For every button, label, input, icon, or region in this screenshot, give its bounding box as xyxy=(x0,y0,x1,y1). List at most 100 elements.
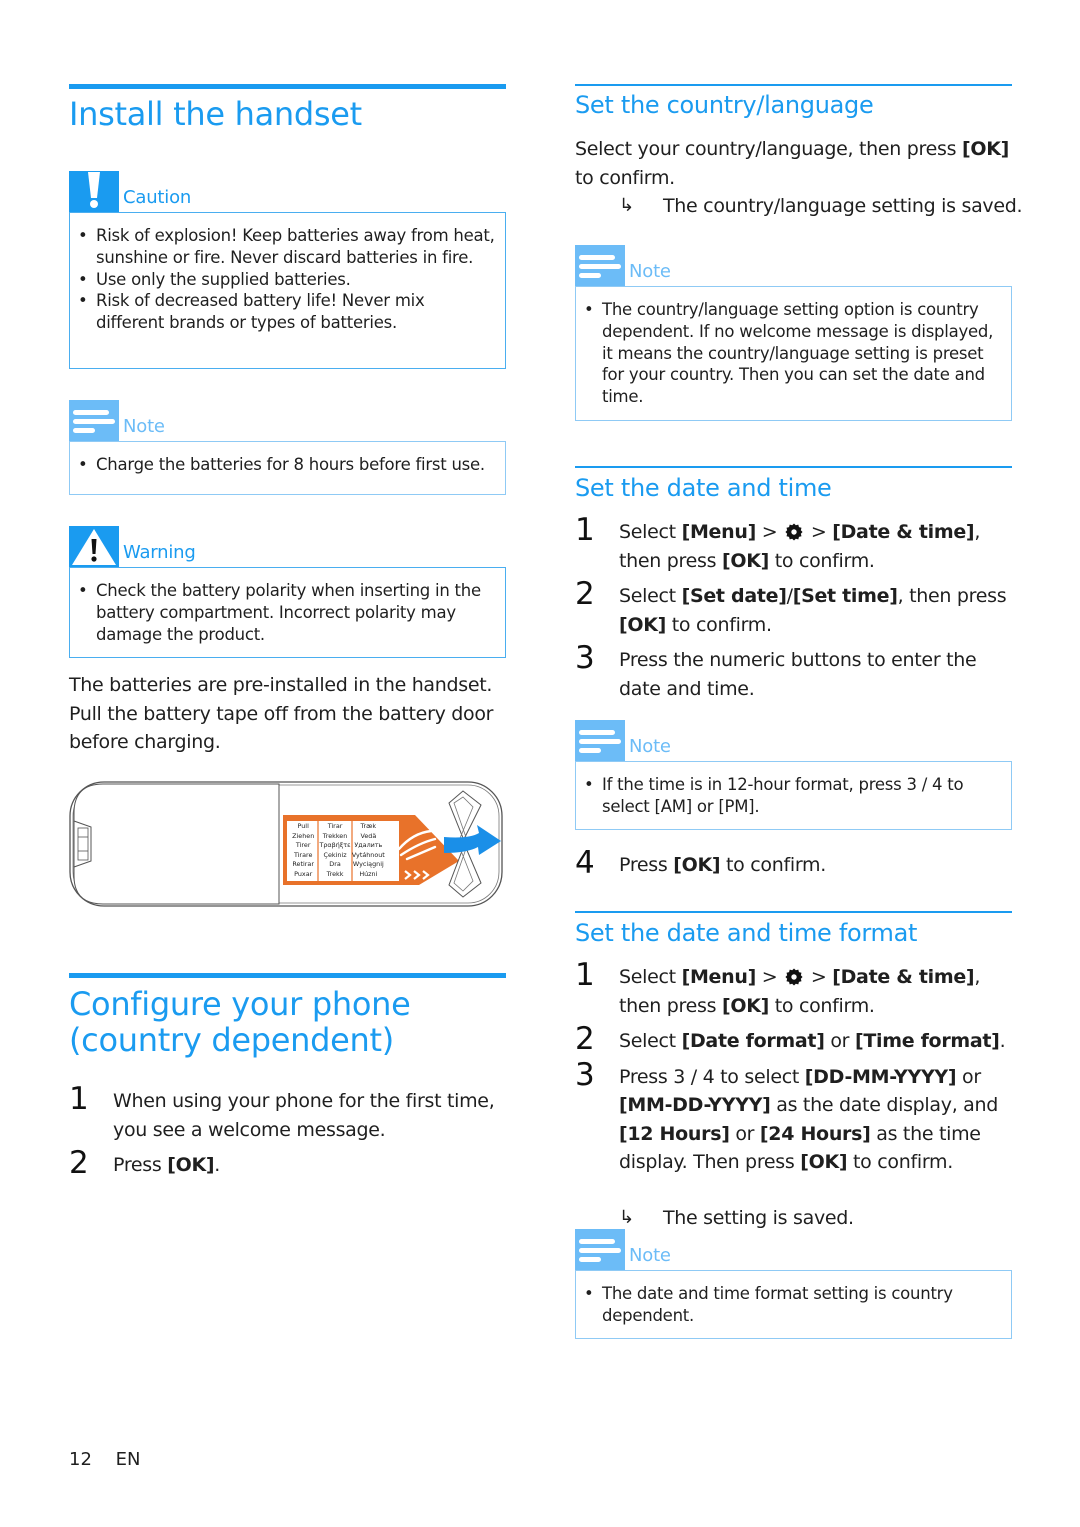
note-label: Note xyxy=(629,736,671,757)
caution-item: Use only the supplied batteries. xyxy=(78,269,497,291)
battery-paragraph: The batteries are pre-installed in the h… xyxy=(69,674,494,753)
note-label: Note xyxy=(629,261,671,282)
text: or xyxy=(956,1065,981,1088)
note-item: Charge the batteries for 8 hours before … xyxy=(78,454,497,476)
ok-key: [OK] xyxy=(721,994,769,1017)
note-callout: Note The country/language setting option… xyxy=(575,245,1012,421)
tape-label: Удалить xyxy=(354,841,383,850)
step-text: Press xyxy=(113,1154,168,1176)
section-rule xyxy=(575,466,1012,468)
text: or xyxy=(691,796,719,816)
format-result: ↳ The setting is saved. xyxy=(575,1204,1080,1233)
format-steps: 1 Select [Menu] > > [Date & time], then … xyxy=(575,957,1012,1177)
date-format-key: [Date format] xyxy=(681,1030,825,1052)
text: to select xyxy=(714,1065,805,1088)
caution-item: Risk of explosion! Keep batteries away f… xyxy=(78,225,497,269)
text: > xyxy=(805,521,833,543)
time-format-key: [Time format] xyxy=(854,1030,1000,1052)
step-number: 1 xyxy=(575,957,595,993)
step-number: 4 xyxy=(575,845,595,881)
step: 1 When using your phone for the first ti… xyxy=(69,1081,506,1144)
section-rule xyxy=(69,84,506,89)
ok-key: [OK] xyxy=(721,549,769,572)
text: to confirm. xyxy=(769,549,875,572)
text: > xyxy=(805,966,833,988)
section-rule xyxy=(575,84,1012,86)
text: Press xyxy=(619,854,674,876)
section-rule xyxy=(575,911,1012,913)
text: to confirm. xyxy=(847,1151,953,1173)
step-number: 2 xyxy=(575,1021,595,1057)
country-language-title: Set the country/language xyxy=(575,91,874,119)
tape-label: Ziehen xyxy=(292,831,315,840)
configure-title: Configure your phone (country dependent) xyxy=(69,986,506,1058)
step: 2 Select [Date format] or [Time format]. xyxy=(575,1021,1012,1057)
text: , then press xyxy=(897,585,1007,607)
up-down-keys: 3 / 4 xyxy=(673,1065,715,1088)
step-text: When using your phone for the first time… xyxy=(113,1090,495,1141)
menu-key: [Menu] xyxy=(681,966,757,988)
ok-key: [OK] xyxy=(961,138,1010,160)
note-callout: Note If the time is in 12-hour format, p… xyxy=(575,720,1012,830)
page-footer: 12 EN xyxy=(69,1449,140,1470)
gear-icon xyxy=(785,523,803,541)
language-code: EN xyxy=(115,1449,141,1470)
configure-steps: 1 When using your phone for the first ti… xyxy=(69,1081,506,1181)
tape-label: Puxar xyxy=(294,869,313,878)
tape-label: Dra xyxy=(329,860,341,869)
tape-label: Tirar xyxy=(327,822,343,830)
tape-label: Vedä xyxy=(360,831,377,840)
note-lines-icon xyxy=(575,720,625,761)
tape-label: Tirare xyxy=(293,850,313,859)
text: Select xyxy=(619,585,682,607)
24-hours-key: [24 Hours] xyxy=(759,1122,871,1145)
install-handset-title: Install the handset xyxy=(69,95,362,133)
text: to confirm. xyxy=(720,854,826,876)
tape-label: Wyciągnij xyxy=(352,860,384,869)
text: or xyxy=(824,1030,855,1052)
text: Press xyxy=(619,1065,674,1088)
gear-icon xyxy=(785,968,803,986)
text: to confirm. xyxy=(575,166,675,189)
note-lines-icon xyxy=(575,1229,625,1270)
pm-key: [PM] xyxy=(718,796,755,816)
text: to confirm. xyxy=(666,613,772,636)
configure-title-line2: (country dependent) xyxy=(69,1021,394,1059)
step: 2 Select [Set date]/[Set time], then pre… xyxy=(575,576,1012,639)
note-item: The country/language setting option is c… xyxy=(584,299,1003,408)
result-text: The country/language setting is saved. xyxy=(663,195,1023,217)
step: 3 Press the numeric buttons to enter the… xyxy=(575,640,1012,703)
text: Select xyxy=(619,1030,682,1052)
am-key: [AM] xyxy=(654,796,693,816)
ok-key: [OK] xyxy=(167,1154,215,1176)
date-time-key: [Date & time] xyxy=(832,521,975,543)
text: Select xyxy=(619,966,682,988)
tape-label: Retirar xyxy=(292,860,314,869)
step-number: 3 xyxy=(575,640,595,676)
text: . xyxy=(754,796,760,816)
text: Press the numeric buttons to enter the d… xyxy=(619,649,977,700)
text: to confirm. xyxy=(769,994,875,1017)
note-callout: Note Charge the batteries for 8 hours be… xyxy=(69,400,506,495)
ok-key: [OK] xyxy=(800,1151,848,1173)
warning-callout: Warning Check the battery polarity when … xyxy=(69,526,506,658)
caution-item: Risk of decreased battery life! Never mi… xyxy=(78,290,497,334)
page-number: 12 xyxy=(69,1449,92,1470)
warning-triangle-icon xyxy=(69,526,119,567)
note-item: The date and time format setting is coun… xyxy=(584,1283,1003,1327)
step: 3 Press 3 / 4 to select [DD-MM-YYYY] or … xyxy=(575,1057,1012,1177)
ok-key: [OK] xyxy=(673,854,721,876)
dd-mm-yyyy-key: [DD-MM-YYYY] xyxy=(804,1065,957,1088)
up-down-keys: 3 / 4 xyxy=(906,775,943,794)
step-number: 1 xyxy=(575,512,595,548)
note-label: Note xyxy=(629,1245,671,1266)
text: Select xyxy=(619,521,682,543)
section-rule xyxy=(69,973,506,978)
tape-label: Tirer xyxy=(295,841,311,850)
mm-dd-yyyy-key: [MM-DD-YYYY] xyxy=(619,1094,771,1116)
tape-label: Pull xyxy=(297,822,309,830)
text: If the time is in 12-hour format, press xyxy=(602,775,907,794)
note-callout: Note The date and time format setting is… xyxy=(575,1229,1012,1339)
country-language-text: Select your country/language, then press… xyxy=(575,135,1012,192)
tape-label: Húzni xyxy=(359,869,378,878)
